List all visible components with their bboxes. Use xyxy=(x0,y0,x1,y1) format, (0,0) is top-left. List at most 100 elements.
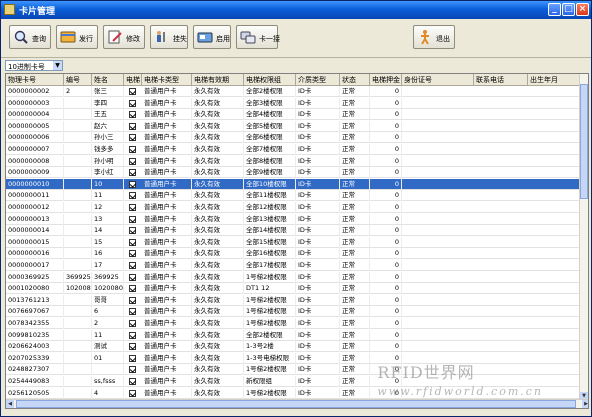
card-number-format-select[interactable]: 10进制卡号 ▼ xyxy=(5,60,63,71)
table-row[interactable]: 0000000017 17 普通用户卡 永久有效 全部17楼权限 ID卡 正常 0 xyxy=(6,260,581,271)
table-row[interactable]: 0000000010 10 普通用户卡 永久有效 全部10楼权限 ID卡 正常 0 xyxy=(6,178,581,190)
edit-button[interactable]: 修改 xyxy=(103,25,145,49)
table-row[interactable]: 0076697067 6 普通用户卡 永久有效 1号梯2楼权限 ID卡 正常 0 xyxy=(6,306,581,318)
table-row[interactable]: 000102008010200801020080普通用户卡永久有效DT1 12I… xyxy=(6,283,581,295)
elevator-enabled-checkbox[interactable] xyxy=(129,122,136,130)
column-header[interactable]: 电梯有效期 xyxy=(192,74,244,86)
horizontal-scrollbar[interactable]: ◀ ▶ xyxy=(6,399,588,408)
scroll-left-arrow-icon[interactable]: ◀ xyxy=(6,400,14,408)
column-header[interactable]: 介质类型 xyxy=(296,74,340,86)
table-row[interactable]: 0000000002 2 张三 普通用户卡 永久有效 全部2楼权限 ID卡 正常 0 xyxy=(6,86,581,97)
elevator-enabled-checkbox[interactable] xyxy=(129,192,136,200)
table-row[interactable]: 0000000015 15 普通用户卡 永久有效 全部15楼权限 ID卡 正常 0 xyxy=(6,236,581,248)
vertical-scroll-thumb[interactable] xyxy=(580,84,588,199)
column-header[interactable]: 电梯押金 xyxy=(370,74,402,86)
elevator-enabled-checkbox[interactable] xyxy=(129,180,136,188)
table-cell: 普通用户卡 xyxy=(142,352,192,364)
column-header[interactable]: 出生年月 xyxy=(528,74,581,86)
column-header[interactable]: 编号 xyxy=(64,74,92,86)
table-cell: 全部5楼权限 xyxy=(244,120,296,132)
elevator-enabled-checkbox[interactable] xyxy=(129,308,136,316)
table-row[interactable]: 0000000007 钱多多 普通用户卡 永久有效 全部7楼权限 ID卡 正常 0 xyxy=(6,144,581,155)
table-row[interactable]: 0099810235 11 普通用户卡 永久有效 全部2楼权限 ID卡 正常 0 xyxy=(6,329,581,341)
horizontal-scroll-thumb[interactable] xyxy=(16,400,576,408)
elevator-enabled-checkbox[interactable] xyxy=(129,296,136,304)
table-row[interactable]: 0078342355 2 普通用户卡 永久有效 1号梯2楼权限 ID卡 正常 0 xyxy=(6,318,581,329)
column-header[interactable]: 电梯卡类型 xyxy=(142,74,192,86)
elevator-enabled-checkbox[interactable] xyxy=(129,389,136,397)
elevator-enabled-checkbox[interactable] xyxy=(129,169,136,177)
card-link-button[interactable]: 卡一接 xyxy=(236,25,280,49)
table-cell: ID卡 xyxy=(296,109,340,121)
exit-button[interactable]: 退出 xyxy=(413,25,455,49)
table-cell: 6 xyxy=(92,306,124,318)
column-header[interactable]: 姓名 xyxy=(92,74,124,86)
elevator-enabled-checkbox[interactable] xyxy=(129,366,136,374)
table-cell: 永久有效 xyxy=(192,190,244,202)
elevator-enabled-checkbox[interactable] xyxy=(129,215,136,223)
column-header[interactable]: 身份证号 xyxy=(402,74,474,86)
table-row[interactable]: 0000000012 12 普通用户卡 永久有效 全部12楼权限 ID卡 正常 0 xyxy=(6,202,581,213)
window-title: 卡片管理 xyxy=(19,7,56,17)
table-cell: 0000000014 xyxy=(6,225,64,237)
table-row[interactable]: 0000369925 369925 369925 普通用户卡 永久有效 1号梯2楼权限 ID… xyxy=(6,271,581,283)
elevator-enabled-checkbox[interactable] xyxy=(129,134,136,142)
table-row[interactable]: 0000000014 14 普通用户卡 永久有效 全部14楼权限 ID卡 正常 0 xyxy=(6,225,581,237)
table-cell: 正常 xyxy=(340,120,370,132)
table-row[interactable]: 0206624003 测试 普通用户卡 永久有效 1-3号2楼 ID卡 正常 0 xyxy=(6,341,581,353)
elevator-enabled-checkbox[interactable] xyxy=(129,238,136,246)
table-row[interactable]: 0000000011 11 普通用户卡 永久有效 全部11楼权限 ID卡 正常 0 xyxy=(6,190,581,202)
elevator-enabled-checkbox[interactable] xyxy=(129,146,136,153)
elevator-enabled-checkbox[interactable] xyxy=(129,88,136,95)
table-row[interactable]: 0000000013 13 普通用户卡 永久有效 全部13楼权限 ID卡 正常 0 xyxy=(6,213,581,225)
table-cell xyxy=(64,260,92,271)
elevator-enabled-checkbox[interactable] xyxy=(129,99,136,107)
elevator-enabled-checkbox[interactable] xyxy=(129,262,136,269)
table-row[interactable]: 0000000008 孙小明 普通用户卡 永久有效 全部8楼权限 ID卡 正常 0 xyxy=(6,155,581,167)
chevron-down-icon[interactable]: ▼ xyxy=(53,61,62,70)
elevator-enabled-checkbox[interactable] xyxy=(129,157,136,165)
elevator-enabled-checkbox[interactable] xyxy=(129,273,136,281)
minimize-button[interactable]: _ xyxy=(548,3,561,16)
query-button[interactable]: 查询 xyxy=(9,25,51,49)
elevator-enabled-checkbox[interactable] xyxy=(129,227,136,235)
table-row[interactable]: 0013761213 哥哥 普通用户卡 永久有效 1号梯2楼权限 ID卡 正常 0 xyxy=(6,294,581,306)
elevator-enabled-checkbox[interactable] xyxy=(129,354,136,362)
table-cell: 普通用户卡 xyxy=(142,260,192,271)
table-cell: ID卡 xyxy=(296,190,340,202)
elevator-enabled-checkbox[interactable] xyxy=(129,331,136,339)
table-row[interactable]: 0000000003 李四 普通用户卡 永久有效 全部3楼权限 ID卡 正常 0 xyxy=(6,97,581,109)
table-cell: 0 xyxy=(370,178,402,190)
table-cell: 孙小明 xyxy=(92,155,124,167)
table-cell: 永久有效 xyxy=(192,341,244,353)
column-header[interactable]: 联系电话 xyxy=(474,74,528,86)
vertical-scrollbar[interactable]: ▼ xyxy=(579,74,588,400)
table-cell: ID卡 xyxy=(296,376,340,387)
maximize-button[interactable]: □ xyxy=(562,3,575,16)
elevator-enabled-checkbox[interactable] xyxy=(129,343,136,351)
table-row[interactable]: 0000000009 李小红 普通用户卡 永久有效 全部9楼权限 ID卡 正常 0 xyxy=(6,167,581,179)
column-header[interactable]: 电梯权限组 xyxy=(244,74,296,86)
table-row[interactable]: 0000000004 王五 普通用户卡 永久有效 全部4楼权限 ID卡 正常 0 xyxy=(6,109,581,121)
scroll-right-arrow-icon[interactable]: ▶ xyxy=(582,400,588,408)
enable-button[interactable]: 启用 xyxy=(193,25,231,49)
issue-card-button[interactable]: 发行 xyxy=(56,25,98,49)
elevator-enabled-checkbox[interactable] xyxy=(129,250,136,258)
table-cell: 0 xyxy=(370,329,402,341)
elevator-enabled-checkbox[interactable] xyxy=(129,320,136,327)
column-header[interactable]: 物理卡号 xyxy=(6,74,64,86)
table-row[interactable]: 0000000016 16 普通用户卡 永久有效 全部16楼权限 ID卡 正常 0 xyxy=(6,248,581,260)
elevator-enabled-checkbox[interactable] xyxy=(129,204,136,211)
elevator-enabled-checkbox[interactable] xyxy=(129,378,136,385)
close-button[interactable]: × xyxy=(576,3,589,16)
table-cell: 普通用户卡 xyxy=(142,376,192,387)
table-cell: ID卡 xyxy=(296,248,340,260)
elevator-enabled-checkbox[interactable] xyxy=(129,285,136,293)
table-row[interactable]: 0000000005 赵六 普通用户卡 永久有效 全部5楼权限 ID卡 正常 0 xyxy=(6,120,581,132)
table-row[interactable]: 0000000006 孙小三 普通用户卡 永久有效 全部6楼权限 ID卡 正常 0 xyxy=(6,132,581,144)
elevator-enabled-checkbox[interactable] xyxy=(129,111,136,119)
report-loss-button[interactable]: 挂失 xyxy=(150,25,188,49)
column-header[interactable]: 电梯 xyxy=(124,74,142,86)
table-cell: 全部16楼权限 xyxy=(244,248,296,260)
column-header[interactable]: 状态 xyxy=(340,74,370,86)
